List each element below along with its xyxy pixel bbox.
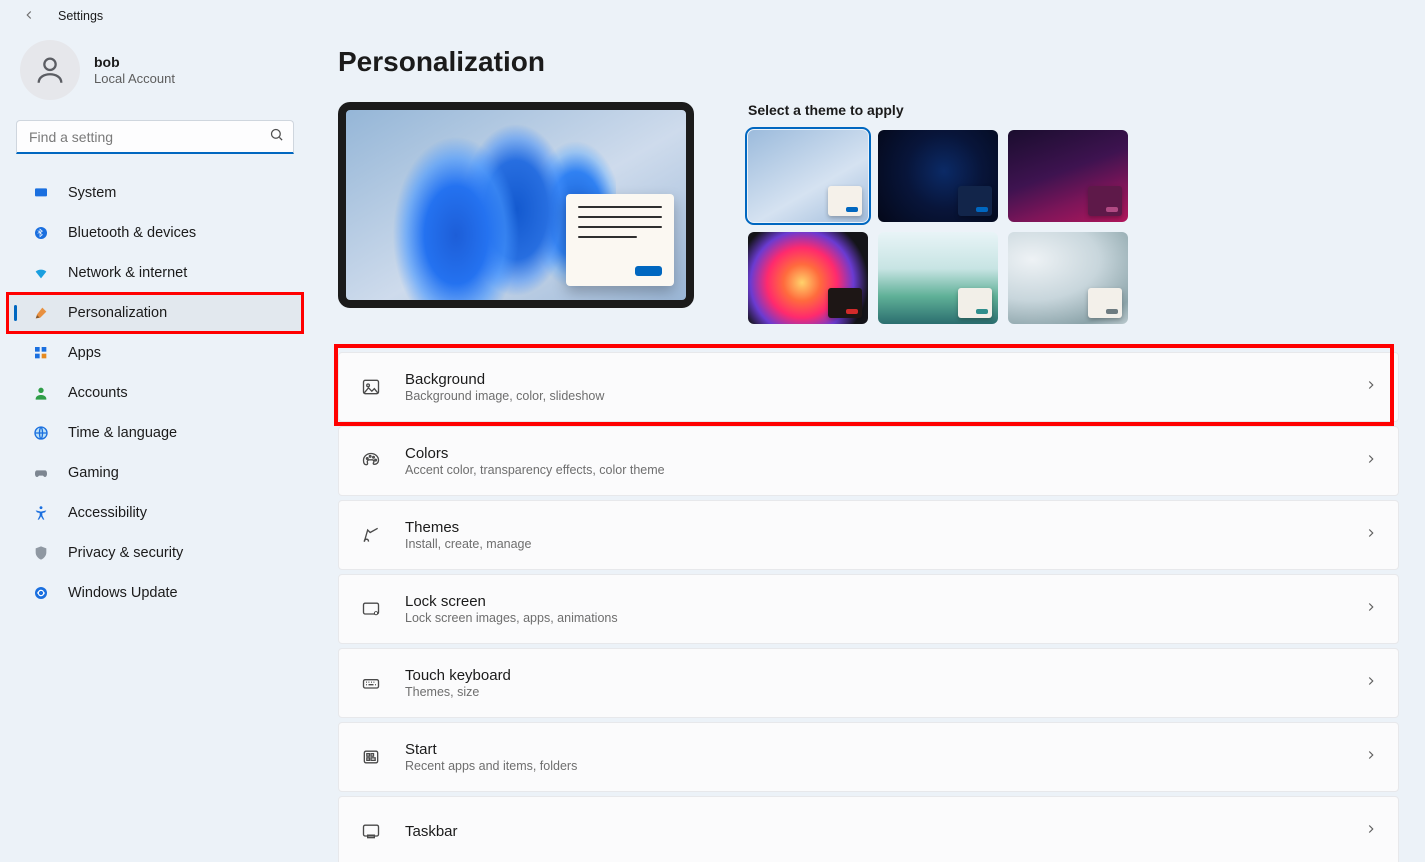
theme-grid — [748, 130, 1128, 324]
sidebar-item-system[interactable]: System — [8, 174, 302, 212]
card-subtitle: Themes, size — [405, 685, 1364, 699]
card-icon — [361, 451, 389, 471]
sidebar-item-gaming[interactable]: Gaming — [8, 454, 302, 492]
setting-card-themes[interactable]: ThemesInstall, create, manage — [338, 500, 1399, 570]
sidebar-item-label: Time & language — [68, 425, 177, 441]
setting-card-taskbar[interactable]: Taskbar — [338, 796, 1399, 862]
setting-card-touch-keyboard[interactable]: Touch keyboardThemes, size — [338, 648, 1399, 718]
card-icon — [361, 599, 389, 619]
profile-subtitle: Local Account — [94, 71, 175, 86]
sidebar: bob Local Account System Bluetooth & dev… — [0, 32, 310, 862]
sidebar-item-accessibility[interactable]: Accessibility — [8, 494, 302, 532]
setting-card-lock-screen[interactable]: Lock screenLock screen images, apps, ani… — [338, 574, 1399, 644]
chevron-right-icon — [1364, 378, 1378, 397]
card-subtitle: Install, create, manage — [405, 537, 1364, 551]
profile-name: bob — [94, 54, 175, 70]
card-icon — [361, 377, 389, 397]
theme-mini-window — [958, 186, 992, 216]
card-title: Colors — [405, 445, 1364, 462]
apps-icon — [32, 345, 50, 361]
gamepad-icon — [32, 465, 50, 481]
main-content: Personalization Select a theme to apply … — [310, 32, 1425, 862]
theme-dark-bloom[interactable] — [878, 130, 998, 222]
sidebar-item-network[interactable]: Network & internet — [8, 254, 302, 292]
sidebar-item-label: Accounts — [68, 385, 128, 401]
sidebar-item-label: System — [68, 185, 116, 201]
card-icon — [361, 821, 389, 841]
avatar — [20, 40, 80, 100]
globe-clock-icon — [32, 425, 50, 441]
card-subtitle: Accent color, transparency effects, colo… — [405, 463, 1364, 477]
setting-card-colors[interactable]: ColorsAccent color, transparency effects… — [338, 426, 1399, 496]
sidebar-item-privacy[interactable]: Privacy & security — [8, 534, 302, 572]
card-subtitle: Recent apps and items, folders — [405, 759, 1364, 773]
chevron-right-icon — [1364, 526, 1378, 545]
setting-card-start[interactable]: StartRecent apps and items, folders — [338, 722, 1399, 792]
sidebar-item-label: Accessibility — [68, 505, 147, 521]
card-title: Taskbar — [405, 823, 1364, 840]
back-button[interactable] — [18, 4, 40, 29]
page-title: Personalization — [338, 46, 1399, 78]
card-title: Start — [405, 741, 1364, 758]
theme-light-bloom[interactable] — [748, 130, 868, 222]
wifi-icon — [32, 265, 50, 281]
sidebar-item-label: Personalization — [68, 305, 167, 321]
theme-mini-window — [828, 288, 862, 318]
chevron-right-icon — [1364, 452, 1378, 471]
sidebar-item-accounts[interactable]: Accounts — [8, 374, 302, 412]
app-title: Settings — [58, 9, 103, 23]
card-title: Background — [405, 371, 1364, 388]
accessibility-icon — [32, 505, 50, 521]
preview-window — [566, 194, 674, 286]
sidebar-item-label: Apps — [68, 345, 101, 361]
chevron-right-icon — [1364, 748, 1378, 767]
sidebar-item-update[interactable]: Windows Update — [8, 574, 302, 612]
bluetooth-icon — [32, 225, 50, 241]
chevron-right-icon — [1364, 822, 1378, 841]
nav-list: System Bluetooth & devices Network & int… — [6, 174, 304, 612]
sidebar-item-label: Bluetooth & devices — [68, 225, 196, 241]
search-box[interactable] — [16, 120, 294, 154]
card-icon — [361, 747, 389, 767]
card-icon — [361, 673, 389, 693]
theme-captured-motion[interactable] — [748, 232, 868, 324]
sidebar-item-bluetooth[interactable]: Bluetooth & devices — [8, 214, 302, 252]
sidebar-item-personalization[interactable]: Personalization — [8, 294, 302, 332]
chevron-right-icon — [1364, 674, 1378, 693]
card-title: Themes — [405, 519, 1364, 536]
theme-mini-window — [1088, 186, 1122, 216]
sidebar-item-time-language[interactable]: Time & language — [8, 414, 302, 452]
card-title: Touch keyboard — [405, 667, 1364, 684]
card-icon — [361, 525, 389, 545]
setting-card-background[interactable]: BackgroundBackground image, color, slide… — [338, 352, 1399, 422]
theme-mini-window — [1088, 288, 1122, 318]
sidebar-item-label: Network & internet — [68, 265, 187, 281]
card-title: Lock screen — [405, 593, 1364, 610]
shield-icon — [32, 545, 50, 561]
desktop-preview[interactable] — [338, 102, 694, 308]
profile-block[interactable]: bob Local Account — [6, 40, 304, 120]
sidebar-item-label: Privacy & security — [68, 545, 183, 561]
theme-mini-window — [958, 288, 992, 318]
sidebar-item-label: Gaming — [68, 465, 119, 481]
chevron-right-icon — [1364, 600, 1378, 619]
theme-mini-window — [828, 186, 862, 216]
search-input[interactable] — [16, 120, 294, 154]
sidebar-item-label: Windows Update — [68, 585, 178, 601]
update-icon — [32, 585, 50, 601]
card-subtitle: Lock screen images, apps, animations — [405, 611, 1364, 625]
themes-heading: Select a theme to apply — [748, 102, 1128, 118]
theme-glow[interactable] — [1008, 130, 1128, 222]
settings-list: BackgroundBackground image, color, slide… — [338, 352, 1399, 862]
system-icon — [32, 185, 50, 201]
paintbrush-icon — [32, 305, 50, 321]
search-icon — [269, 127, 284, 147]
theme-sunrise[interactable] — [878, 232, 998, 324]
card-subtitle: Background image, color, slideshow — [405, 389, 1364, 403]
sidebar-item-apps[interactable]: Apps — [8, 334, 302, 372]
theme-flow[interactable] — [1008, 232, 1128, 324]
accounts-icon — [32, 385, 50, 401]
titlebar: Settings — [0, 0, 1425, 32]
